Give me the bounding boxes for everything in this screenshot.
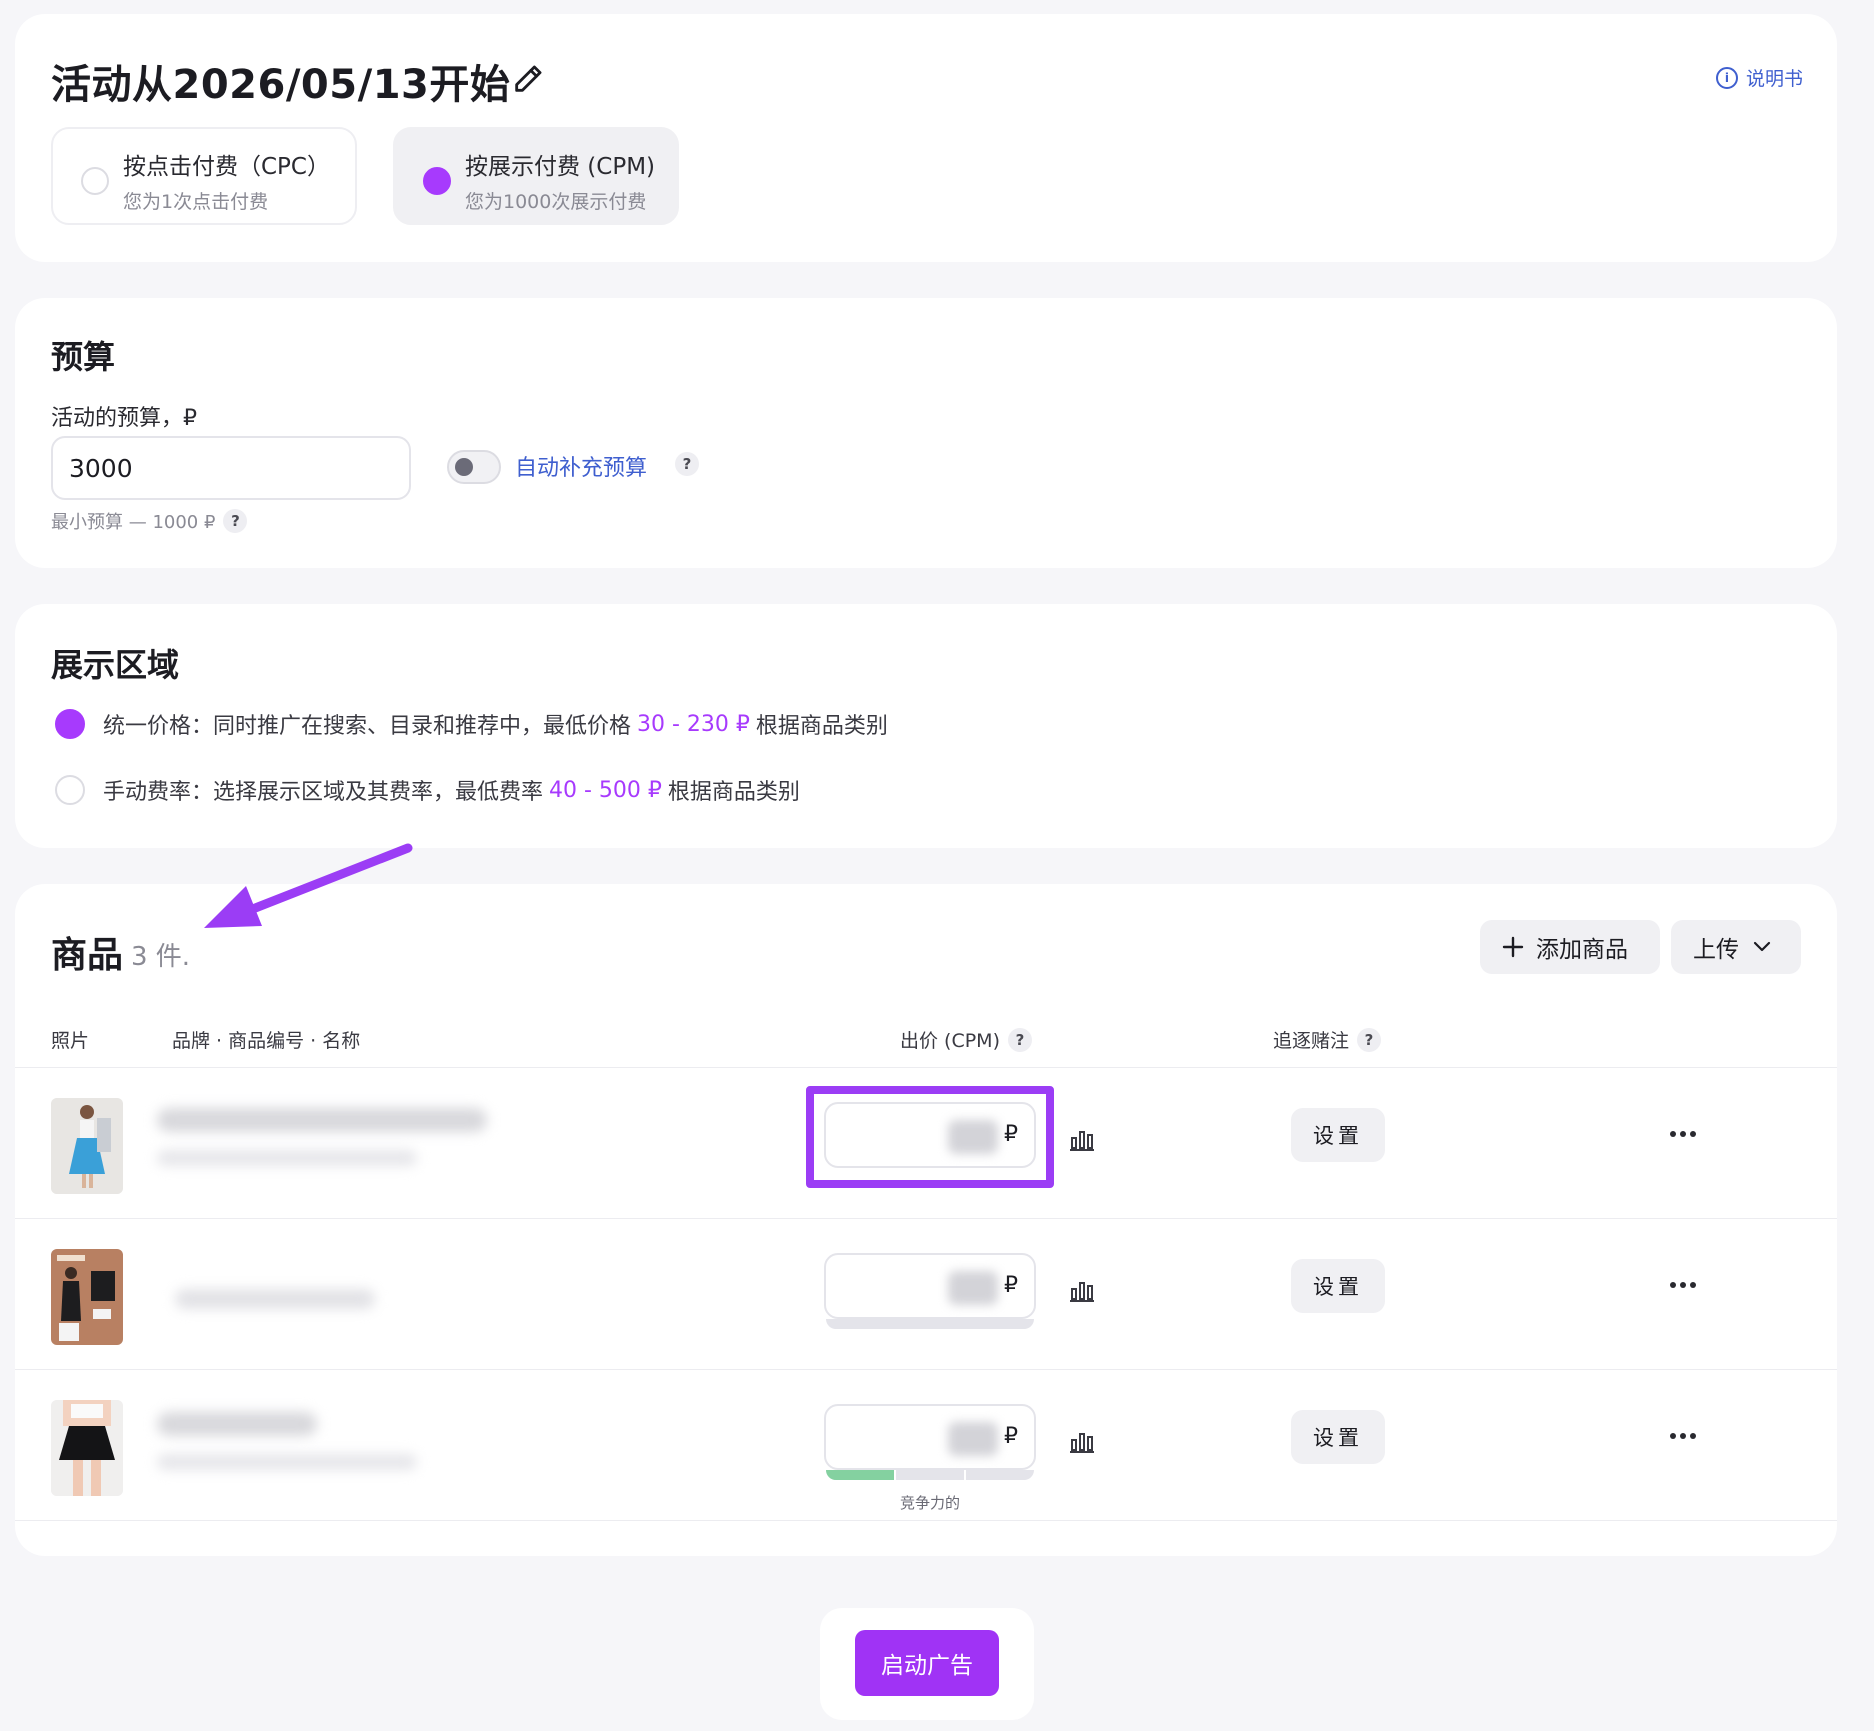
column-header-label: 追逐赌注 <box>1273 1030 1350 1052</box>
bid-field-wrapper: ₽ <box>824 1253 1036 1331</box>
payment-option-cpm[interactable]: 按展示付费 (CPM) 您为1000次展示付费 <box>393 127 679 225</box>
payment-option-sub: 您为1次点击付费 <box>123 191 269 213</box>
bid-value-blurred <box>948 1422 998 1456</box>
more-options-icon[interactable] <box>1663 1114 1703 1154</box>
product-name-blurred <box>157 1108 487 1132</box>
bid-input[interactable]: ₽ <box>824 1404 1036 1470</box>
auto-budget-toggle[interactable] <box>447 450 501 484</box>
radio-manual[interactable] <box>55 775 85 805</box>
bid-field-wrapper: ₽ 竞争力的 <box>824 1404 1036 1512</box>
bid-highlight-box <box>806 1086 1054 1188</box>
competitiveness-bar <box>826 1470 1034 1480</box>
edit-pencil-icon[interactable] <box>511 62 545 96</box>
currency-symbol: ₽ <box>1004 1273 1018 1298</box>
plus-icon <box>1502 936 1524 958</box>
column-header-label: 品牌 · 商品编号 · 名称 <box>172 1030 361 1052</box>
bar-chart-icon[interactable] <box>1069 1279 1095 1303</box>
help-icon[interactable]: ? <box>675 452 699 476</box>
column-header-bid: 出价 (CPM)? <box>900 1026 1032 1053</box>
product-thumbnail[interactable] <box>51 1249 123 1345</box>
bar-chart-icon[interactable] <box>1069 1128 1095 1152</box>
upload-label: 上传 <box>1693 937 1739 963</box>
competitiveness-fill <box>826 1470 895 1480</box>
payment-option-sub: 您为1000次展示付费 <box>465 191 647 213</box>
bid-input[interactable]: ₽ <box>824 1253 1036 1319</box>
radio-cpc[interactable] <box>81 167 109 195</box>
table-row: ₽ 竞争力的 设置 <box>15 1370 1837 1520</box>
currency-symbol: ₽ <box>1004 1424 1018 1449</box>
column-header-photo: 照片 <box>51 1026 89 1053</box>
manual-link[interactable]: i 说明书 <box>1715 64 1803 91</box>
radio-cpm[interactable] <box>423 167 451 195</box>
payment-option-label: 按点击付费（CPC） <box>123 154 330 180</box>
column-header-chase: 追逐赌注? <box>1273 1026 1382 1053</box>
competitiveness-label: 竞争力的 <box>899 1494 960 1512</box>
info-icon: i <box>1715 66 1738 89</box>
table-row: ₽ 设置 <box>15 1219 1837 1369</box>
display-area-title: 展示区域 <box>51 646 180 684</box>
help-icon[interactable]: ? <box>1357 1027 1382 1052</box>
products-count: 3 件. <box>131 942 191 972</box>
bar-segment-divider <box>894 1470 896 1480</box>
product-name-blurred <box>175 1289 375 1309</box>
chevron-down-icon <box>1753 941 1771 952</box>
footer-panel: 启动广告 <box>820 1608 1034 1720</box>
auto-budget-label[interactable]: 自动补充预算 <box>515 450 647 482</box>
area-option-unified[interactable]: 统一价格：同时推广在搜索、目录和推荐中，最低价格 30 - 230 ₽ 根据商品… <box>55 708 888 740</box>
area-option-range: 30 - 230 ₽ <box>637 711 750 737</box>
products-card: 商品 3 件. 添加商品 上传 照片 品牌 · 商品编号 · 名称 出价 (CP… <box>15 884 1837 1556</box>
area-option-text: 手动费率：选择展示区域及其费率，最低费率 <box>103 780 544 805</box>
manual-link-label: 说明书 <box>1745 68 1803 90</box>
product-thumbnail[interactable] <box>51 1400 123 1496</box>
products-title: 商品 <box>51 935 124 976</box>
area-option-suffix: 根据商品类别 <box>755 714 888 739</box>
annotation-arrow-icon <box>204 843 413 928</box>
toggle-knob <box>455 458 473 476</box>
settings-button[interactable]: 设置 <box>1291 1108 1385 1162</box>
product-meta-blurred <box>157 1150 417 1166</box>
area-option-manual[interactable]: 手动费率：选择展示区域及其费率，最低费率 40 - 500 ₽ 根据商品类别 <box>55 774 800 806</box>
column-header-label: 出价 (CPM) <box>900 1030 1000 1052</box>
product-meta-blurred <box>157 1454 417 1470</box>
settings-button[interactable]: 设置 <box>1291 1259 1385 1313</box>
help-icon[interactable]: ? <box>223 509 248 533</box>
product-thumbnail[interactable] <box>51 1098 123 1194</box>
add-product-label: 添加商品 <box>1536 937 1628 963</box>
budget-card: 预算 活动的预算，₽ 最小预算 — 1000 ₽ ? 自动补充预算 ? <box>15 298 1837 568</box>
budget-field-label: 活动的预算，₽ <box>51 406 197 431</box>
column-header-name: 品牌 · 商品编号 · 名称 <box>172 1026 360 1053</box>
column-header-label: 照片 <box>51 1030 90 1052</box>
campaign-title: 活动从2026/05/13开始 <box>51 62 511 108</box>
competitiveness-bar <box>826 1319 1034 1329</box>
area-option-text: 统一价格：同时推广在搜索、目录和推荐中，最低价格 <box>103 714 632 739</box>
min-budget-text: 最小预算 — 1000 ₽ <box>51 512 216 533</box>
divider <box>15 1520 1837 1521</box>
payment-option-cpc[interactable]: 按点击付费（CPC） 您为1次点击付费 <box>51 127 357 225</box>
start-ads-button[interactable]: 启动广告 <box>855 1630 999 1696</box>
product-name-blurred <box>157 1412 317 1436</box>
min-budget-hint: 最小预算 — 1000 ₽ ? <box>51 508 248 534</box>
bar-chart-icon[interactable] <box>1069 1430 1095 1454</box>
more-options-icon[interactable] <box>1663 1265 1703 1305</box>
add-product-button[interactable]: 添加商品 <box>1480 920 1660 974</box>
display-area-card: 展示区域 统一价格：同时推广在搜索、目录和推荐中，最低价格 30 - 230 ₽… <box>15 604 1837 848</box>
radio-unified[interactable] <box>55 709 85 739</box>
bid-value-blurred <box>948 1271 998 1305</box>
area-option-suffix: 根据商品类别 <box>667 780 800 805</box>
settings-button[interactable]: 设置 <box>1291 1410 1385 1464</box>
more-options-icon[interactable] <box>1663 1416 1703 1456</box>
area-option-range: 40 - 500 ₽ <box>549 777 662 803</box>
upload-dropdown-button[interactable]: 上传 <box>1671 920 1801 974</box>
budget-title: 预算 <box>51 338 116 376</box>
payment-option-label: 按展示付费 (CPM) <box>465 154 656 180</box>
budget-input[interactable] <box>51 436 411 500</box>
bar-segment-divider <box>964 1470 966 1480</box>
help-icon[interactable]: ? <box>1007 1027 1032 1052</box>
campaign-card: 活动从2026/05/13开始 i 说明书 按点击付费（CPC） 您为1次点击付… <box>15 14 1837 262</box>
